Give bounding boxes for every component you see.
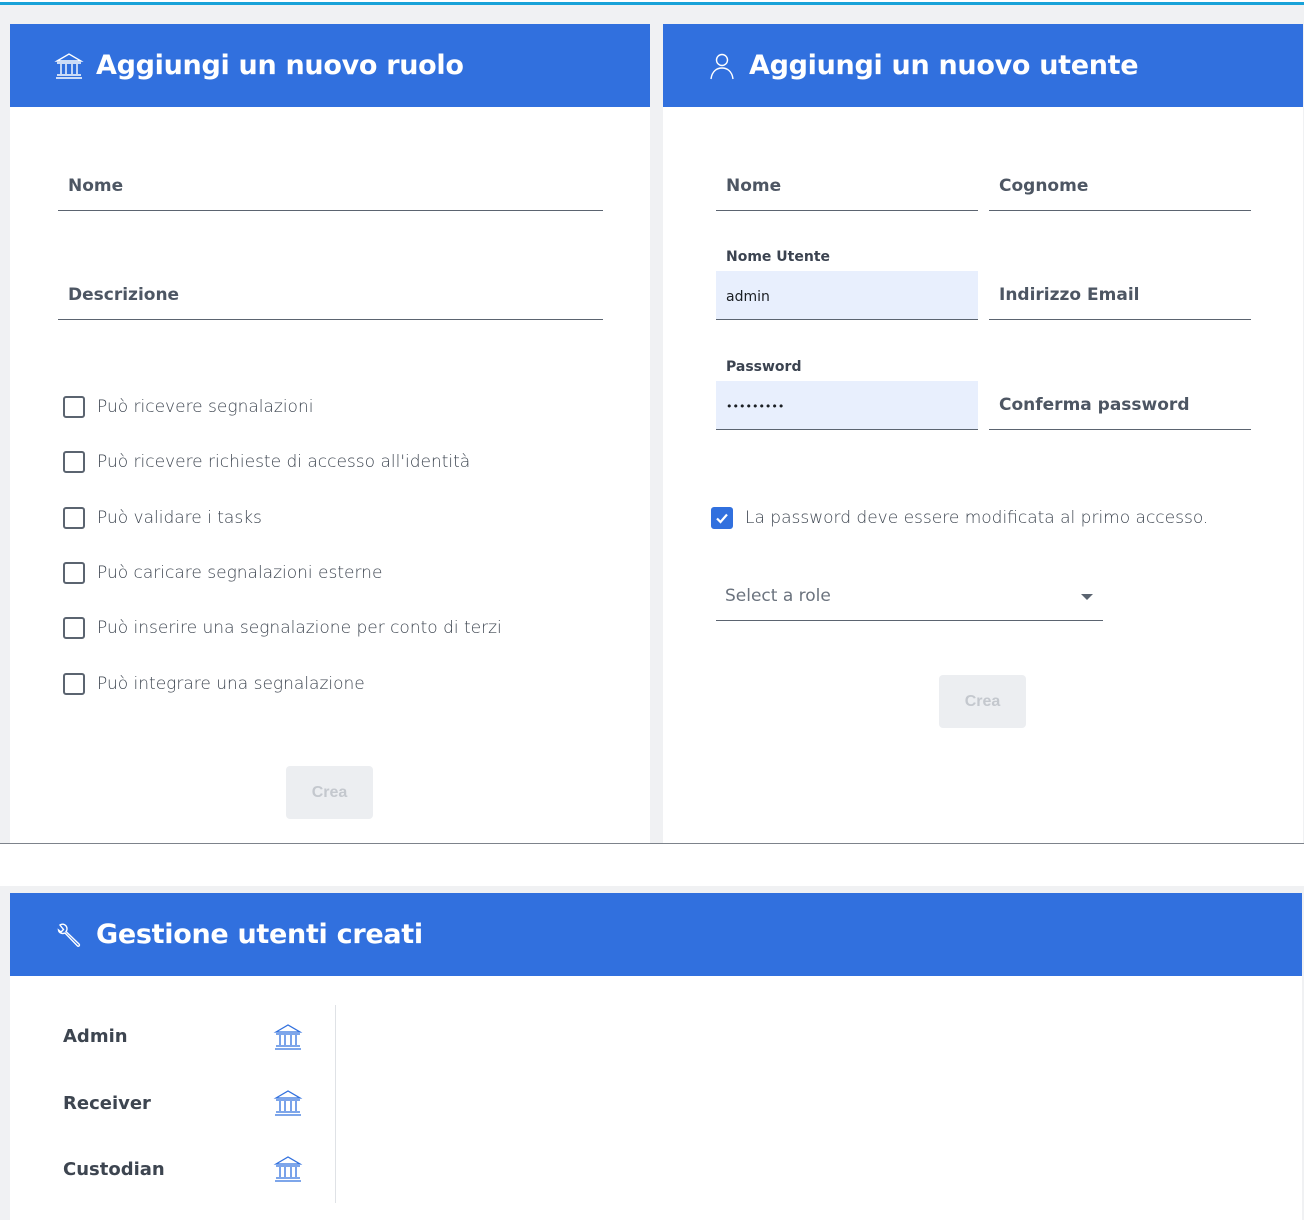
manage-users-title: Gestione utenti creati (96, 919, 423, 950)
bank-icon (54, 51, 84, 81)
role-description-placeholder: Descrizione (68, 285, 180, 305)
section-gap (0, 844, 1304, 886)
manage-users-header: Gestione utenti creati (10, 893, 1302, 976)
add-role-title: Aggiungi un nuovo ruolo (96, 50, 464, 81)
checkbox[interactable] (63, 562, 85, 584)
checkbox-label: Può ricevere richieste di accesso all'id… (97, 452, 471, 472)
list-divider (335, 1005, 336, 1203)
change-password-checkbox-row[interactable]: La password deve essere modificata al pr… (711, 507, 1208, 529)
role-select-placeholder: Select a role (725, 586, 831, 606)
role-list-item-receiver[interactable]: Receiver (63, 1093, 151, 1114)
user-surname-input[interactable]: Cognome (989, 164, 1251, 211)
checkbox-label: Può ricevere segnalazioni (97, 397, 314, 417)
manage-users-card: Gestione utenti creati (10, 893, 1302, 1220)
confirm-password-placeholder: Conferma password (999, 395, 1190, 415)
wrench-icon (54, 920, 84, 950)
add-user-title: Aggiungi un nuovo utente (749, 50, 1139, 81)
add-role-card: Aggiungi un nuovo ruolo Nome Descrizione… (10, 24, 650, 844)
change-password-label: La password deve essere modificata al pr… (745, 508, 1209, 528)
password-value: ••••••••• (726, 400, 785, 413)
password-input[interactable]: Password ••••••••• (716, 359, 978, 430)
role-name-input[interactable]: Nome (58, 164, 603, 211)
top-accent-line (0, 0, 1304, 5)
bank-icon[interactable] (273, 1088, 303, 1118)
role-select[interactable]: Select a role (716, 574, 1103, 621)
checkbox-label: Può inserire una segnalazione per conto … (97, 618, 502, 638)
checkbox[interactable] (63, 507, 85, 529)
checkbox-row[interactable]: Può validare i tasks (63, 507, 262, 529)
username-label: Nome Utente (726, 249, 831, 265)
create-role-button[interactable]: Crea (286, 766, 373, 819)
chevron-down-icon (1081, 594, 1093, 600)
checkbox-row[interactable]: Può inserire una segnalazione per conto … (63, 617, 502, 639)
checkbox-label: Può caricare segnalazioni esterne (97, 563, 383, 583)
checkbox-label: Può validare i tasks (97, 508, 262, 528)
username-input[interactable]: Nome Utente admin (716, 249, 978, 320)
role-list-item-admin[interactable]: Admin (63, 1026, 128, 1047)
checkbox-label: Può integrare una segnalazione (97, 674, 365, 694)
email-placeholder: Indirizzo Email (999, 285, 1140, 305)
checkbox-row[interactable]: Può ricevere richieste di accesso all'id… (63, 451, 470, 473)
username-value: admin (726, 289, 770, 305)
checkbox[interactable] (63, 451, 85, 473)
bank-icon[interactable] (273, 1154, 303, 1184)
role-list-item-custodian[interactable]: Custodian (63, 1159, 165, 1180)
user-name-placeholder: Nome (726, 176, 782, 196)
checkbox-checked[interactable] (711, 507, 733, 529)
user-surname-placeholder: Cognome (999, 176, 1089, 196)
checkbox-row[interactable]: Può integrare una segnalazione (63, 673, 365, 695)
role-name-placeholder: Nome (68, 176, 124, 196)
create-user-button[interactable]: Crea (939, 675, 1026, 728)
add-user-card: Aggiungi un nuovo utente Nome Cognome No… (663, 24, 1303, 844)
confirm-password-input[interactable]: Conferma password (989, 383, 1251, 430)
add-role-header: Aggiungi un nuovo ruolo (10, 24, 650, 107)
checkbox-row[interactable]: Può caricare segnalazioni esterne (63, 562, 382, 584)
user-name-input[interactable]: Nome (716, 164, 978, 211)
check-icon (716, 513, 728, 524)
user-icon (707, 51, 737, 81)
role-description-input[interactable]: Descrizione (58, 273, 603, 320)
checkbox-row[interactable]: Può ricevere segnalazioni (63, 396, 313, 418)
checkbox[interactable] (63, 673, 85, 695)
checkbox[interactable] (63, 396, 85, 418)
add-user-header: Aggiungi un nuovo utente (663, 24, 1303, 107)
bank-icon[interactable] (273, 1022, 303, 1052)
password-label: Password (726, 359, 802, 375)
checkbox[interactable] (63, 617, 85, 639)
email-input[interactable]: Indirizzo Email (989, 273, 1251, 320)
